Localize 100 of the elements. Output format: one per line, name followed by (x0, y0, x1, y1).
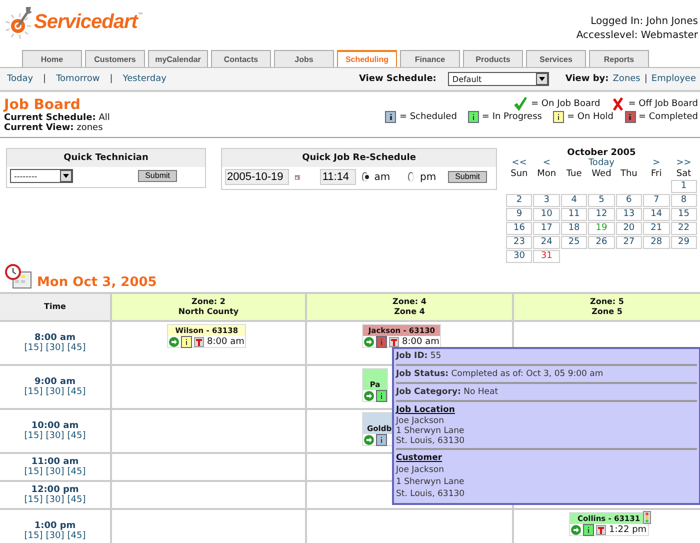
quarter-link[interactable]: [45] (67, 431, 86, 441)
quarter-link[interactable]: [45] (67, 531, 86, 541)
go-arrow-icon[interactable] (169, 337, 179, 347)
date-link[interactable]: Yesterday (122, 74, 166, 84)
go-arrow-icon[interactable] (364, 435, 374, 445)
calendar-day[interactable]: 31 (533, 250, 560, 263)
quarter-link[interactable]: [45] (67, 343, 86, 353)
calendar-day[interactable]: 12 (588, 208, 615, 221)
logo-icon (4, 4, 34, 40)
calendar-day[interactable]: 21 (643, 222, 670, 235)
submit-button[interactable]: Submit (448, 171, 487, 183)
quarter-link[interactable]: [30] (46, 531, 64, 541)
calendar-day[interactable]: 2 (506, 194, 532, 207)
calendar-day[interactable]: 10 (533, 208, 560, 221)
calendar-day[interactable]: 18 (560, 222, 588, 235)
view-schedule-label: View Schedule: (358, 74, 436, 84)
calendar-day[interactable]: 6 (616, 194, 642, 207)
calendar-nav[interactable]: > (643, 158, 670, 168)
nav-tab[interactable]: Customers (85, 50, 145, 67)
nav-tab[interactable]: Home (22, 50, 82, 67)
zone-header: Zone: 4 Zone 4 (307, 294, 512, 320)
submit-button[interactable]: Submit (138, 170, 177, 182)
calendar-day[interactable]: 8 (670, 194, 697, 207)
radio-button[interactable] (362, 172, 368, 182)
calendar-day[interactable]: 29 (670, 236, 697, 249)
calendar-day[interactable]: 7 (643, 194, 670, 207)
date-link[interactable]: Today (7, 74, 34, 84)
calendar-day[interactable]: 1 (670, 180, 697, 193)
go-arrow-icon[interactable] (571, 525, 581, 535)
nav-tab[interactable]: Services (526, 50, 586, 67)
calendar-icon[interactable] (295, 172, 300, 182)
calendar-day[interactable]: 20 (616, 222, 642, 235)
calendar-title: October 2005 (566, 148, 637, 158)
nav-tab[interactable]: Contacts (211, 50, 271, 67)
calendar-day[interactable]: 9 (506, 208, 532, 221)
calendar-day[interactable]: 24 (533, 236, 560, 249)
quarter-link[interactable]: [15] (24, 495, 43, 505)
calendar-day[interactable]: 13 (616, 208, 642, 221)
check-icon (513, 97, 528, 111)
calendar-day[interactable]: 22 (670, 222, 697, 235)
nav-tab[interactable]: Reports (589, 50, 649, 67)
info-icon[interactable] (584, 525, 593, 535)
quarter-link[interactable]: [15] (24, 387, 43, 397)
column-header: Time (0, 294, 110, 320)
nav-tab[interactable]: Products (463, 50, 523, 67)
legend-text: = Off Job Board (628, 99, 698, 109)
technician-icon[interactable] (596, 525, 606, 535)
info-icon[interactable] (377, 435, 386, 445)
calendar-day[interactable]: 30 (506, 250, 532, 263)
technician-icon[interactable] (194, 337, 204, 347)
calendar-day[interactable]: 15 (670, 208, 697, 221)
view-link[interactable]: Zones (612, 74, 640, 84)
calendar-day[interactable]: 27 (616, 236, 642, 249)
calendar-day[interactable]: 23 (506, 236, 532, 249)
calendar-day[interactable]: 11 (560, 208, 588, 221)
schedule-select[interactable]: Default (448, 72, 550, 86)
quarter-link[interactable]: [30] (46, 495, 64, 505)
calendar-day[interactable]: 3 (533, 194, 560, 207)
calendar-day[interactable]: 28 (643, 236, 670, 249)
calendar-day[interactable]: 25 (560, 236, 588, 249)
calendar-day[interactable]: 5 (588, 194, 615, 207)
info-icon[interactable] (182, 337, 191, 347)
nav-tab[interactable]: Finance (400, 50, 460, 67)
quarter-link[interactable]: [15] (24, 531, 43, 541)
time-field[interactable]: 11:14 (320, 169, 356, 185)
go-arrow-icon[interactable] (364, 391, 374, 401)
quarter-link[interactable]: [30] (46, 343, 64, 353)
calendar-day[interactable]: 17 (533, 222, 560, 235)
calendar-nav[interactable]: << (506, 158, 532, 168)
calendar-day[interactable]: 26 (588, 236, 615, 249)
quarter-link[interactable]: [45] (67, 467, 86, 477)
calendar-nav[interactable]: >> (670, 158, 697, 168)
radio-button[interactable] (408, 172, 414, 182)
quarter-link[interactable]: [15] (24, 343, 43, 353)
quarter-link[interactable]: [30] (46, 387, 64, 397)
calendar-day[interactable]: 4 (560, 194, 588, 207)
quarter-link[interactable]: [30] (46, 431, 64, 441)
quarter-link[interactable]: [15] (24, 431, 43, 441)
date-field[interactable]: 2005-10-19 (225, 169, 289, 185)
info-icon[interactable] (377, 391, 386, 401)
quarter-link[interactable]: [15] (24, 467, 43, 477)
technician-icon[interactable] (389, 337, 399, 347)
calendar-day[interactable]: 14 (643, 208, 670, 221)
separator: | (110, 74, 113, 84)
quarter-link[interactable]: [30] (46, 467, 64, 477)
technician-select[interactable]: -------- (10, 169, 73, 183)
calendar-day[interactable]: 16 (506, 222, 532, 235)
go-arrow-icon[interactable] (364, 337, 374, 347)
quarter-link[interactable]: [45] (67, 495, 86, 505)
date-link[interactable]: Tomorrow (56, 74, 100, 84)
calendar-nav[interactable]: Today (560, 158, 642, 168)
nav-tab[interactable]: myCalendar (148, 50, 208, 67)
weekday-label: Thu (619, 169, 638, 179)
time-label: 10:00 am (31, 421, 79, 431)
quarter-link[interactable]: [45] (67, 387, 86, 397)
calendar-nav[interactable]: < (533, 158, 560, 168)
cross-icon (612, 97, 624, 111)
nav-tab[interactable]: Jobs (274, 50, 334, 67)
radio-label: pm (420, 172, 436, 182)
view-link[interactable]: Employee (651, 74, 696, 84)
